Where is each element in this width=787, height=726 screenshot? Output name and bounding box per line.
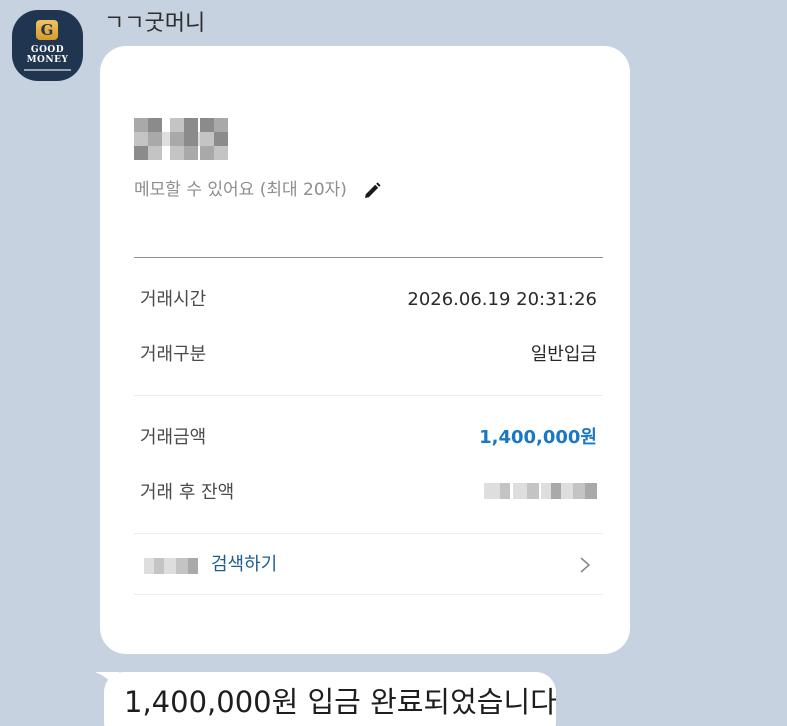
transaction-card: 메모할 수 있어요 (최대 20자) 거래시간 2026.06.19 20:31… [100, 46, 630, 654]
search-link[interactable]: 검색하기 [211, 552, 277, 578]
pencil-icon[interactable] [362, 181, 382, 201]
avatar-logo-word-good: GOOD [30, 45, 65, 55]
transaction-amount-value: 1,400,000원 [479, 427, 597, 448]
transaction-time-label: 거래시간 [140, 289, 207, 310]
message-text: 1,400,000원 입금 완료되었습니다 [124, 685, 557, 719]
sender-avatar[interactable]: G GOOD MONEY [12, 10, 83, 81]
memo-placeholder[interactable]: 메모할 수 있어요 (최대 20자) [134, 177, 347, 203]
avatar-tagline-line [24, 69, 71, 71]
chevron-right-icon[interactable] [578, 555, 592, 575]
section-divider [134, 533, 603, 534]
section-divider [134, 395, 603, 396]
goodmoney-logo-icon: G [36, 20, 58, 40]
section-divider [134, 594, 603, 595]
avatar-logo-word-money: MONEY [26, 55, 69, 65]
sender-name: ㄱㄱ굿머니 [104, 11, 206, 36]
transaction-type-label: 거래구분 [140, 344, 207, 365]
chat-screen: G GOOD MONEY ㄱㄱ굿머니 메모할 수 있어요 (최대 20자) 거래… [0, 0, 787, 726]
transaction-type-value: 일반입금 [530, 344, 597, 365]
transaction-time-value: 2026.06.19 20:31:26 [407, 289, 597, 310]
balance-after-label: 거래 후 잔액 [140, 482, 235, 503]
card-divider [134, 257, 603, 258]
transaction-amount-label: 거래금액 [140, 427, 207, 448]
